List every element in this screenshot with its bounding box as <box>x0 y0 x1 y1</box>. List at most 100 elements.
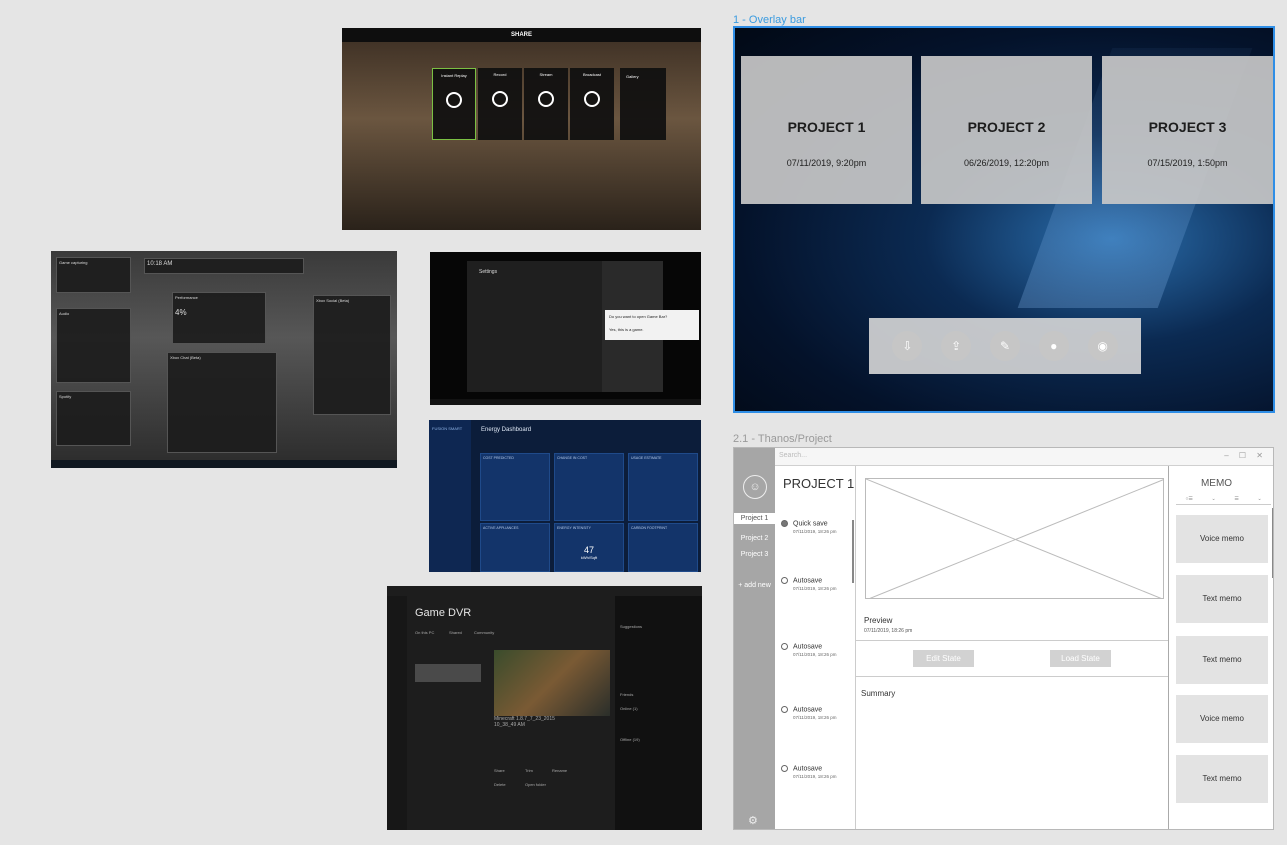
preview-timestamp: 07/11/2019, 18:26 pm <box>864 628 913 634</box>
dvr-tab[interactable]: Shared <box>449 630 462 635</box>
memo-card[interactable]: Voice memo <box>1176 695 1268 743</box>
memo-card[interactable]: Text memo <box>1176 755 1268 803</box>
project-card-1[interactable]: PROJECT 1 07/11/2019, 9:20pm <box>741 56 912 204</box>
card-title: USAGE ESTIMATE <box>631 456 662 460</box>
panel-title: Spotify <box>59 394 72 399</box>
camera-icon[interactable]: ◉ <box>1087 331 1118 361</box>
memo-card[interactable]: Text memo <box>1176 575 1268 623</box>
sidebar-item-project-3[interactable]: Project 3 <box>734 549 775 560</box>
edit-icon[interactable]: ✎ <box>989 331 1020 361</box>
project-title: PROJECT 1 <box>783 476 855 491</box>
project-card-3[interactable]: PROJECT 3 07/15/2019, 1:50pm <box>1102 56 1273 204</box>
gallery-label: Gallery <box>626 74 639 79</box>
project-date: 07/11/2019, 9:20pm <box>786 158 867 168</box>
fusion-card: COST PREDICTED <box>480 453 550 521</box>
save-timestamp: 07/11/2019, 18:26 pm <box>793 529 837 535</box>
stream-tile[interactable]: Stream <box>524 68 568 140</box>
add-new-button[interactable]: + add new <box>734 580 775 591</box>
project-title: PROJECT 2 <box>967 119 1046 135</box>
save-item[interactable]: Autosave 07/11/2019, 18:26 pm <box>781 643 836 657</box>
edit-state-button[interactable]: Edit State <box>913 650 974 667</box>
load-state-button[interactable]: Load State <box>1050 650 1111 667</box>
save-list-scrollbar[interactable] <box>852 520 854 583</box>
section-label: Friends <box>620 692 634 697</box>
window-controls[interactable]: – ☐ ✕ <box>1224 451 1267 460</box>
record-tile[interactable]: Record <box>478 68 522 140</box>
avatar[interactable]: ☺ <box>743 475 767 499</box>
replay-icon <box>446 92 462 108</box>
section-label: Offline (19) <box>620 737 640 742</box>
save-item[interactable]: Autosave 07/11/2019, 18:26 pm <box>781 577 836 591</box>
instant-replay-tile[interactable]: Instant Replay <box>432 68 476 140</box>
panel-title: Xbox Social (Beta) <box>316 298 350 303</box>
save-timestamp: 07/11/2019, 18:26 pm <box>793 652 837 658</box>
thanos-project-frame: Search... – ☐ ✕ ☺ Project 1 Project 2 Pr… <box>733 447 1274 830</box>
video-preview[interactable] <box>494 650 610 716</box>
project-date: 07/15/2019, 1:50pm <box>1147 158 1228 168</box>
download-icon[interactable]: ⇩ <box>892 331 923 361</box>
tile-label: Instant Replay <box>441 73 467 78</box>
sidebar-item-project-2[interactable]: Project 2 <box>734 533 775 544</box>
save-dot-icon <box>781 577 788 584</box>
fusion-card: ACTIVE APPLIANCES <box>480 523 550 572</box>
divider <box>856 676 1168 677</box>
memo-card[interactable]: Voice memo <box>1176 515 1268 563</box>
tile-label: Record <box>493 72 507 77</box>
project-sidebar: ☺ Project 1 Project 2 Project 3 + add ne… <box>734 448 775 829</box>
fusion-brand: FUSION SMART <box>432 426 463 431</box>
save-dot-icon <box>781 765 788 772</box>
search-input[interactable]: Search... <box>779 452 807 459</box>
memo-scrollbar[interactable] <box>1272 508 1273 578</box>
tile-label: Broadcast <box>582 72 601 77</box>
save-timestamp: 07/11/2019, 18:26 pm <box>793 715 837 721</box>
dvr-title: Game DVR <box>415 607 472 619</box>
dvr-tab[interactable]: Community <box>474 630 494 635</box>
share-title: SHARE <box>510 32 532 38</box>
clock: 10:18 AM <box>147 261 173 267</box>
memo-card[interactable]: Text memo <box>1176 636 1268 684</box>
gear-icon[interactable]: ⚙ <box>748 814 758 827</box>
xbox-social-panel: Xbox Social (Beta) <box>313 295 391 415</box>
share-screen-icon[interactable]: ⇪ <box>941 331 972 361</box>
memo-filter-icon[interactable]: ○☰ <box>1185 496 1193 502</box>
summary-label: Summary <box>861 689 896 698</box>
fusion-header: Energy Dashboard <box>481 427 532 433</box>
panel-title: Xbox Chat (Beta) <box>170 355 201 360</box>
open-folder-action[interactable]: Open folder <box>525 782 546 787</box>
project-date: 06/26/2019, 12:20pm <box>963 158 1050 168</box>
preview-image-placeholder <box>865 478 1164 599</box>
gallery-panel[interactable]: Gallery <box>620 68 666 140</box>
chevron-down-icon[interactable]: ⌄ <box>1257 496 1261 502</box>
card-title: CARBON FOOTPRINT <box>631 526 668 530</box>
save-item[interactable]: Autosave 07/11/2019, 18:26 pm <box>781 706 836 720</box>
delete-action[interactable]: Delete <box>494 782 506 787</box>
microphone-icon[interactable]: ● <box>1038 331 1069 361</box>
trim-action[interactable]: Trim <box>525 768 533 773</box>
dialog-checkbox[interactable]: Yes, this is a game. <box>609 327 695 332</box>
save-timestamp: 07/11/2019, 18:26 pm <box>793 774 837 780</box>
rename-action[interactable]: Rename <box>552 768 567 773</box>
project-card-2[interactable]: PROJECT 2 06/26/2019, 12:20pm <box>921 56 1092 204</box>
save-item[interactable]: Quick save 07/11/2019, 18:26 pm <box>781 520 836 534</box>
save-label: Autosave <box>793 577 823 585</box>
thanos-frame-label: 2.1 - Thanos/Project <box>733 433 832 445</box>
fusion-nav: FUSION SMART <box>429 420 471 572</box>
save-item[interactable]: Autosave 07/11/2019, 18:26 pm <box>781 765 836 779</box>
gauge-value: 47 <box>583 545 594 555</box>
save-timestamp: 07/11/2019, 18:26 pm <box>793 586 837 592</box>
chevron-down-icon[interactable]: ⌄ <box>1211 496 1215 502</box>
share-action[interactable]: Share <box>494 768 505 773</box>
fusion-card: ENERGY INTENSITY 47 kWh/Sqft <box>554 523 624 572</box>
open-gamebar-dialog: Do you want to open Game Bar? Yes, this … <box>605 310 699 340</box>
perf-value: 4% <box>175 308 187 317</box>
memo-list-icon[interactable]: ☰ <box>1234 496 1238 502</box>
dvr-friends-panel: Suggestions Friends Online (1) Offline (… <box>615 596 702 830</box>
broadcast-tile[interactable]: Broadcast <box>570 68 614 140</box>
card-title: ENERGY INTENSITY <box>557 526 591 530</box>
sidebar-item-project-1[interactable]: Project 1 <box>734 513 775 524</box>
clip-thumbnail[interactable] <box>415 664 481 682</box>
performance-panel: Performance 4% <box>172 292 266 344</box>
gamepad-icon <box>538 91 554 107</box>
dvr-tab[interactable]: On this PC <box>415 630 434 635</box>
taskbar <box>51 460 397 468</box>
